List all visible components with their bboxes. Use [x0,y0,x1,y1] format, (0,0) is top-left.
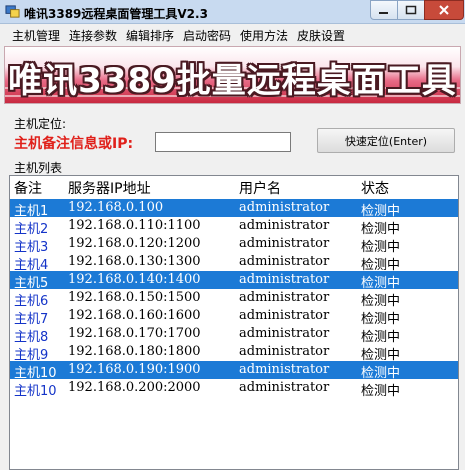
row-username: administrator [239,200,330,215]
close-button[interactable] [424,0,464,20]
banner-title: 唯讯3389批量远程桌面工具 [8,61,457,101]
menu-host-management[interactable]: 主机管理 [12,27,60,44]
row-username: administrator [239,326,330,341]
host-list[interactable]: 备注 服务器IP地址 用户名 状态 主机1 192.168.0.100 admini… [9,175,459,470]
row-username: administrator [239,272,330,287]
table-row[interactable]: 主机1 192.168.0.100 administrator 检测中 [10,199,458,219]
row-ip: 192.168.0.170:1700 [68,326,201,341]
column-header-user[interactable]: 用户名 [239,178,281,198]
quick-locate-button[interactable]: 快速定位(Enter) [317,128,455,153]
column-header-ip[interactable]: 服务器IP地址 [68,178,151,198]
minimize-button[interactable] [370,0,398,20]
menu-startup-password[interactable]: 启动密码 [183,27,231,44]
row-ip: 192.168.0.160:1600 [68,308,201,323]
row-username: administrator [239,290,330,305]
menu-skin-settings[interactable]: 皮肤设置 [297,27,345,44]
table-row[interactable]: 主机7 192.168.0.160:1600 administrator 检测中 [10,307,458,327]
table-row[interactable]: 主机10 192.168.0.190:1900 administrator 检测中 [10,361,458,381]
table-row[interactable]: 主机10 192.168.0.200:2000 administrator 检测中 [10,379,458,399]
row-ip: 192.168.0.100 [68,200,164,215]
maximize-button[interactable] [397,0,425,20]
host-list-label: 主机列表 [14,161,63,175]
row-note: 主机10 [14,384,57,399]
minimize-icon [379,12,388,14]
table-row[interactable]: 主机6 192.168.0.150:1500 administrator 检测中 [10,289,458,309]
row-ip: 192.168.0.110:1100 [68,218,201,233]
table-row[interactable]: 主机4 192.168.0.130:1300 administrator 检测中 [10,253,458,273]
row-ip: 192.168.0.190:1900 [68,362,201,377]
row-ip: 192.168.0.150:1500 [68,290,201,305]
menu-bar: 主机管理 连接参数 编辑排序 启动密码 使用方法 皮肤设置 [0,24,465,44]
locate-group-label: 主机定位: [14,117,67,131]
menu-usage[interactable]: 使用方法 [240,27,288,44]
close-icon [439,5,449,15]
locate-input[interactable] [155,132,291,152]
locate-field-label: 主机备注信息或IP: [14,136,134,152]
row-status: 检测中 [361,384,401,399]
row-username: administrator [239,236,330,251]
menu-edit-sort[interactable]: 编辑排序 [126,27,174,44]
app-icon [5,5,20,18]
table-row[interactable]: 主机9 192.168.0.180:1800 administrator 检测中 [10,343,458,363]
table-row[interactable]: 主机3 192.168.0.120:1200 administrator 检测中 [10,235,458,255]
row-ip: 192.168.0.120:1200 [68,236,201,251]
title-bar[interactable]: 唯讯3389远程桌面管理工具V2.3 [0,0,465,24]
row-username: administrator [239,254,330,269]
row-username: administrator [239,218,330,233]
row-ip: 192.168.0.180:1800 [68,344,201,359]
row-username: administrator [239,344,330,359]
row-ip: 192.168.0.140:1400 [68,272,201,287]
menu-connection-params[interactable]: 连接参数 [69,27,117,44]
column-header-note[interactable]: 备注 [14,178,42,198]
table-row[interactable]: 主机8 192.168.0.170:1700 administrator 检测中 [10,325,458,345]
column-header-status[interactable]: 状态 [361,178,389,198]
row-username: administrator [239,380,330,395]
row-ip: 192.168.0.130:1300 [68,254,201,269]
row-username: administrator [239,362,330,377]
row-username: administrator [239,308,330,323]
maximize-icon [405,5,417,15]
window-title: 唯讯3389远程桌面管理工具V2.3 [24,7,208,21]
table-row[interactable]: 主机2 192.168.0.110:1100 administrator 检测中 [10,217,458,237]
row-ip: 192.168.0.200:2000 [68,380,201,395]
table-row[interactable]: 主机5 192.168.0.140:1400 administrator 检测中 [10,271,458,291]
list-header: 备注 服务器IP地址 用户名 状态 [10,176,458,198]
banner: 唯讯3389批量远程桌面工具 [4,46,461,104]
